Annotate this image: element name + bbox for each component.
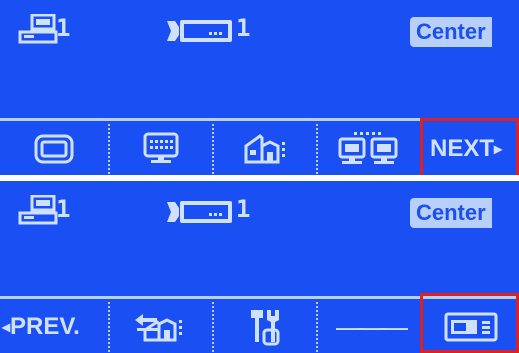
- lcd-screen-page-1: 1 1 Center NEXT ▸: [0, 0, 519, 175]
- camera-icon: [165, 18, 237, 44]
- softkey-bar: NEXT ▸: [0, 118, 519, 175]
- softkey-4[interactable]: [318, 123, 420, 175]
- tools-icon: [250, 308, 280, 346]
- control-panel-icon: [444, 312, 498, 342]
- status-row: 1 1 Center: [0, 12, 519, 52]
- arrow-left-icon: ◂: [2, 319, 11, 336]
- dual-monitor-icon: [336, 131, 402, 167]
- house-arrow-icon: [133, 310, 189, 344]
- screen-frame-icon: [34, 134, 74, 164]
- bar-divider-line: [0, 118, 519, 121]
- softkey-4[interactable]: ———: [318, 301, 420, 353]
- softkey-2[interactable]: [110, 301, 212, 353]
- softkey-bar: ◂ PREV. ———: [0, 296, 519, 353]
- prev-label: PREV.: [10, 313, 80, 340]
- house-camera-icon: [240, 132, 290, 166]
- arrow-right-icon: ▸: [494, 141, 503, 158]
- mode-label: Center: [410, 198, 492, 228]
- next-button[interactable]: NEXT ▸: [422, 123, 519, 175]
- monitor-count: 1: [56, 14, 71, 42]
- camera-icon: [165, 199, 237, 225]
- softkey-2[interactable]: [110, 123, 212, 175]
- empty-key-label: ———: [336, 311, 408, 342]
- bar-divider-line: [0, 296, 519, 299]
- next-label: NEXT: [430, 135, 495, 162]
- softkey-1[interactable]: [0, 123, 108, 175]
- monitor-stack-icon: [18, 14, 58, 46]
- camera-count: 1: [236, 14, 251, 42]
- prev-button[interactable]: ◂ PREV.: [0, 301, 108, 353]
- lcd-screen-page-2: 1 1 Center ◂ PREV. ———: [0, 181, 519, 353]
- mode-label: Center: [410, 17, 492, 47]
- control-panel-button[interactable]: [422, 301, 519, 353]
- camera-count: 1: [236, 195, 251, 223]
- status-row: 1 1 Center: [0, 193, 519, 233]
- monitor-count: 1: [56, 195, 71, 223]
- softkey-3[interactable]: [214, 301, 316, 353]
- softkey-3[interactable]: [214, 123, 316, 175]
- keyboard-monitor-icon: [141, 132, 181, 166]
- monitor-stack-icon: [18, 195, 58, 227]
